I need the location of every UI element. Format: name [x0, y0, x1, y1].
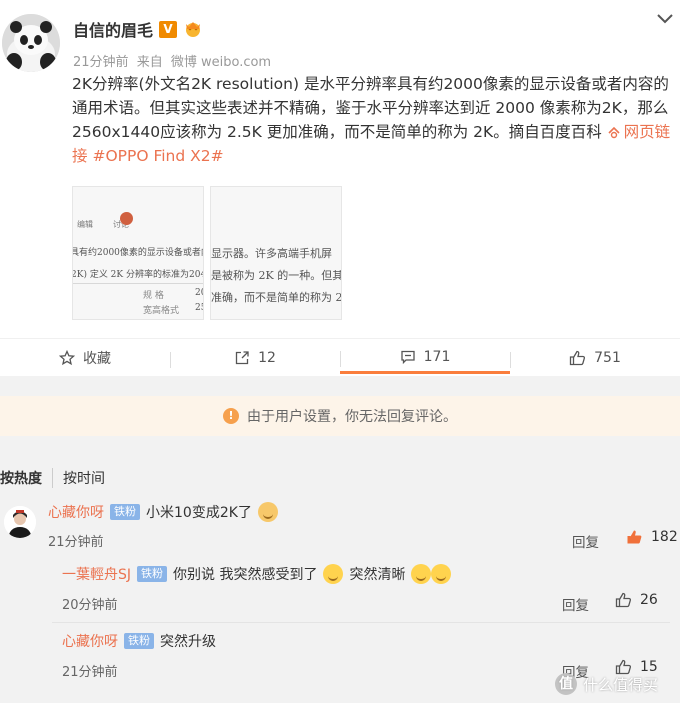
thumbs-up-icon [615, 592, 632, 608]
post-source[interactable]: 微博 weibo.com [171, 55, 271, 70]
reply-disabled-notice: ! 由于用户设置，你无法回复评论。 [0, 396, 680, 436]
like-button[interactable]: 751 [510, 349, 680, 368]
share-icon [235, 350, 249, 364]
reply-body: 一葉輕舟SJ 铁粉 你别说 我突然感受到了 突然清晰 [62, 564, 452, 584]
author-name-row: 自信的眉毛 V [73, 17, 203, 41]
reply-button[interactable]: 回复 [572, 531, 599, 551]
thumb1-toolbar-edit: 编辑 [77, 220, 93, 229]
section-gap [0, 376, 680, 396]
post-image-1[interactable]: 编辑 讨论 分辨率具有约2000像素的显示设备或者内 2K) 定义 2K 分辨率… [72, 186, 204, 320]
thumb1-divider [73, 283, 203, 284]
commenter-avatar[interactable] [4, 506, 36, 538]
fan-badge: 铁粉 [137, 566, 168, 582]
laugh-emoji-icon [411, 564, 432, 584]
like-count: 751 [594, 349, 621, 366]
sort-by-hot-tab[interactable]: 按热度 [0, 468, 53, 488]
comment-button[interactable]: 171 [340, 349, 510, 374]
post-action-bar: 收藏 12 171 751 [0, 338, 680, 376]
comment-body: 心藏你呀 铁粉 小米10变成2K了 [48, 502, 278, 522]
favorite-label: 收藏 [83, 350, 111, 367]
comment-count: 171 [423, 348, 451, 365]
thumb1-line-1: 分辨率具有约2000像素的显示设备或者内 [73, 248, 204, 258]
comment-text: 小米10变成2K了 [146, 505, 252, 521]
reply-time: 21分钟前 [62, 665, 118, 680]
commenter-name[interactable]: 心藏你呀 [48, 502, 104, 522]
moved-emoji-icon [323, 564, 344, 584]
hashtag-link[interactable]: #OPPO Find X2# [92, 147, 223, 165]
post-time: 21分钟前 [73, 55, 129, 70]
reply-like-button[interactable]: 26 [615, 592, 658, 608]
thumb1-line-4: 宽高格式 [143, 306, 180, 316]
star-icon [59, 349, 75, 365]
sort-by-time-tab[interactable]: 按时间 [53, 468, 105, 488]
reply-body: 心藏你呀 铁粉 突然升级 [62, 631, 216, 651]
thumb1-value-1: 20 [195, 288, 203, 298]
thumb2-line-2: 是被称为 2K 的一种。但其 [211, 269, 342, 282]
thumb2-line-3: 准确，而不是简单的称为 2 [211, 291, 342, 304]
vip-crown-icon [186, 22, 201, 37]
favorite-button[interactable]: 收藏 [0, 348, 170, 368]
post-text: 2K分辨率(外文名2K resolution) 是水平分辨率具有约2000像素的… [72, 75, 669, 141]
reply-text-b: 突然清晰 [349, 567, 406, 583]
laugh-emoji-icon [431, 564, 452, 584]
comment-time: 21分钟前 [48, 535, 104, 550]
info-icon: ! [223, 408, 239, 424]
reply-user-name[interactable]: 一葉輕舟SJ [62, 564, 131, 584]
weibo-post: 自信的眉毛 V 21分钟前 来自 微博 weibo.com 2K分辨率(外文名2… [0, 0, 680, 338]
link-icon [608, 126, 620, 139]
author-avatar[interactable] [2, 14, 60, 72]
thumb1-line-2: 2K) 定义 2K 分辨率的标准为2048x108 [72, 270, 203, 280]
comment-like-count: 182 [651, 529, 678, 545]
reply-user-name[interactable]: 心藏你呀 [62, 631, 118, 651]
reply-text-a: 你别说 我突然感受到了 [173, 567, 318, 583]
thumb1-line-3: 规 格 [143, 291, 164, 301]
thumb2-line-1: 显示器。许多高端手机屏 [211, 247, 332, 260]
section-gap-2 [0, 436, 680, 458]
thumbs-up-icon [627, 530, 642, 544]
thumbs-up-icon [569, 350, 586, 365]
repost-count: 12 [258, 349, 276, 366]
chevron-down-icon[interactable] [656, 12, 674, 26]
thumb1-value-2: 25 [195, 303, 203, 313]
comment-like-button[interactable]: 182 [626, 529, 678, 545]
comment-sort-bar: 按热度 按时间 [0, 458, 680, 498]
post-content: 2K分辨率(外文名2K resolution) 是水平分辨率具有约2000像素的… [72, 72, 676, 168]
post-meta: 21分钟前 来自 微博 weibo.com [73, 51, 275, 70]
notice-text: 由于用户设置，你无法回复评论。 [247, 409, 457, 425]
author-name[interactable]: 自信的眉毛 [73, 17, 153, 41]
watermark-text: 什么值得买 [583, 675, 659, 694]
cat-emoji-icon [257, 502, 278, 522]
site-watermark: 值 什么值得买 [555, 673, 658, 695]
fan-badge: 铁粉 [110, 504, 140, 520]
reply-text-a: 突然升级 [160, 634, 216, 650]
verified-badge-icon: V [159, 20, 178, 38]
post-image-2[interactable]: 显示器。许多高端手机屏 是被称为 2K 的一种。但其 准确，而不是简单的称为 2 [210, 186, 342, 320]
reply-button[interactable]: 回复 [562, 594, 589, 614]
fan-badge: 铁粉 [124, 633, 154, 649]
reply-time: 20分钟前 [62, 598, 118, 613]
comment-icon [400, 350, 415, 364]
source-prefix: 来自 [136, 55, 163, 70]
reply-item: 一葉輕舟SJ 铁粉 你别说 我突然感受到了 突然清晰 20分钟前 回复 26 [52, 556, 670, 620]
thumb1-badge-icon [120, 212, 133, 225]
reply-like-count: 26 [640, 592, 658, 608]
watermark-logo-icon: 值 [555, 673, 577, 695]
repost-button[interactable]: 12 [170, 349, 340, 368]
